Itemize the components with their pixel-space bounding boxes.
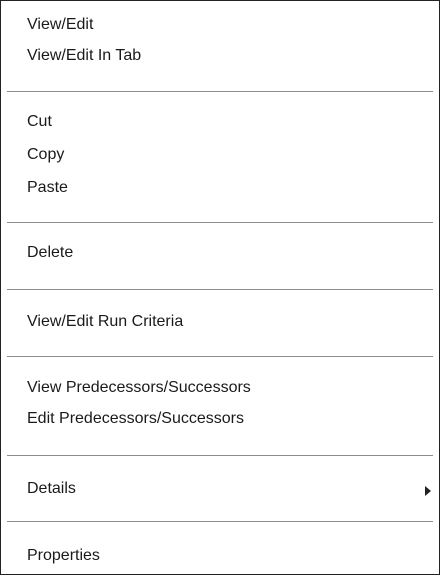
menu-item-copy[interactable]: Copy [27, 145, 64, 165]
menu-separator [7, 289, 433, 290]
menu-separator [7, 455, 433, 456]
menu-item-view-edit-run-criteria[interactable]: View/Edit Run Criteria [27, 312, 183, 332]
menu-item-view-predecessors-successors[interactable]: View Predecessors/Successors [27, 378, 251, 398]
menu-item-delete[interactable]: Delete [27, 243, 73, 263]
menu-separator [7, 91, 433, 92]
context-menu: View/Edit View/Edit In Tab Cut Copy Past… [0, 0, 440, 575]
chevron-right-icon [425, 486, 431, 496]
menu-separator [7, 222, 433, 223]
menu-item-edit-predecessors-successors[interactable]: Edit Predecessors/Successors [27, 409, 244, 429]
menu-item-view-edit-in-tab[interactable]: View/Edit In Tab [27, 46, 141, 66]
menu-item-cut[interactable]: Cut [27, 112, 52, 132]
menu-item-properties[interactable]: Properties [27, 546, 100, 566]
menu-separator [7, 521, 433, 522]
menu-separator [7, 356, 433, 357]
menu-item-details[interactable]: Details [27, 479, 76, 499]
menu-item-view-edit[interactable]: View/Edit [27, 15, 93, 35]
menu-item-paste[interactable]: Paste [27, 178, 68, 198]
